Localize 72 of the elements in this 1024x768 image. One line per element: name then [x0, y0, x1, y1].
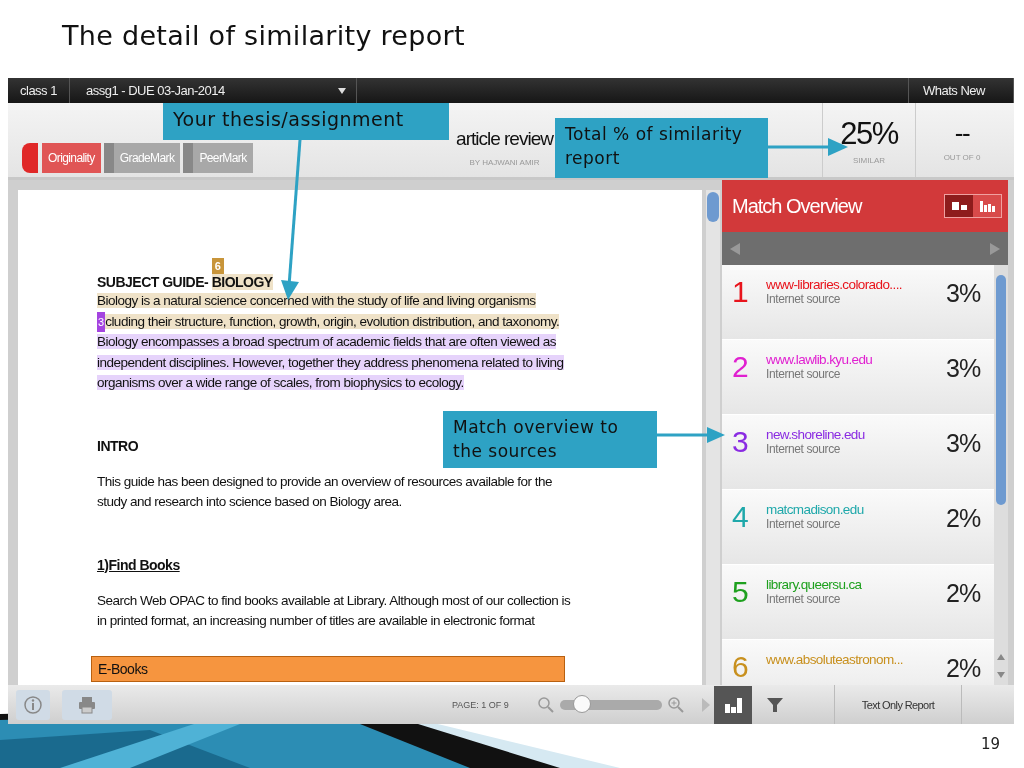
- paper-title: article review: [456, 128, 553, 150]
- source-name[interactable]: www-libraries.colorado....: [766, 277, 946, 292]
- page-number: 19: [980, 735, 1000, 753]
- source-percent: 3%: [946, 353, 981, 383]
- source-name[interactable]: www.lawlib.kyu.edu: [766, 352, 946, 367]
- callout-label: Match overview to the sources: [443, 411, 657, 468]
- grade-score: --: [954, 118, 970, 149]
- section-heading: 1)Find Books: [97, 556, 180, 573]
- source-row[interactable]: 4 matcmadison.edu Internet source 2%: [722, 490, 994, 565]
- source-percent: 2%: [946, 503, 981, 533]
- bar-chart-icon: [724, 695, 742, 714]
- text-only-report-button[interactable]: Text Only Report: [834, 685, 962, 724]
- source-row[interactable]: 2 www.lawlib.kyu.edu Internet source 3%: [722, 340, 994, 415]
- similarity-label: SIMILAR: [853, 155, 885, 165]
- filter-icon: [766, 695, 784, 714]
- assignment-label: assg1 - DUE 03-Jan-2014: [85, 83, 225, 98]
- source-percent: 2%: [946, 578, 981, 608]
- source-name[interactable]: new.shoreline.edu: [766, 427, 946, 442]
- source-number: 4: [732, 502, 750, 532]
- source-percent: 2%: [946, 653, 981, 683]
- source-percent: 3%: [946, 428, 981, 458]
- tab-cap: [22, 143, 38, 173]
- chart-button[interactable]: [714, 685, 752, 724]
- document-paragraph: This guide has been designed to provide an overview of resources available for the study and research into science based on Biology area.: [97, 472, 554, 511]
- callout-label: Your thesis/assignment: [163, 103, 449, 140]
- source-row[interactable]: 5 library.queersu.ca Internet source 2%: [722, 565, 994, 640]
- previous-icon[interactable]: [730, 242, 740, 255]
- bar-chart-icon: [979, 200, 995, 212]
- printer-icon: [78, 695, 96, 714]
- source-number: 2: [732, 352, 750, 382]
- callout-arrow: [657, 425, 725, 445]
- paper-author: BY HAJWANI AMIR: [469, 158, 540, 167]
- source-name[interactable]: library.queersu.ca: [766, 577, 946, 592]
- source-number: 6: [732, 652, 750, 682]
- source-type: Internet source: [766, 517, 842, 531]
- zoom-in-icon[interactable]: [668, 696, 684, 713]
- ebooks-box: E-Books: [91, 655, 565, 682]
- chart-view-button[interactable]: [973, 195, 1001, 217]
- zoom-out-icon[interactable]: [538, 696, 554, 713]
- slide-title: The detail of similarity report: [62, 20, 465, 51]
- scrollbar[interactable]: [994, 265, 1008, 685]
- list-icon: [951, 200, 967, 212]
- document-paragraph: Search Web OPAC to find books available at Library. Although most of our collection is in printed format, an increasing number of titles are available in electronic format: [97, 591, 572, 630]
- expand-icon[interactable]: [702, 697, 710, 712]
- source-number: 1: [732, 277, 750, 307]
- source-number: 3: [732, 427, 750, 457]
- source-percent: 3%: [946, 278, 981, 308]
- source-number: 5: [732, 577, 750, 607]
- source-type: Internet source: [766, 367, 842, 381]
- next-icon[interactable]: [990, 242, 1000, 255]
- scrollbar[interactable]: [706, 190, 720, 685]
- source-type: Internet source: [766, 442, 842, 456]
- source-type: Internet source: [766, 592, 842, 606]
- grade-label: OUT OF 0: [943, 153, 981, 162]
- info-icon: [24, 695, 42, 714]
- print-button[interactable]: [62, 689, 112, 720]
- scroll-down-icon[interactable]: [997, 671, 1005, 679]
- document-heading: INTRO: [97, 437, 139, 454]
- similarity-score: 25%: [840, 115, 898, 152]
- source-type: Internet source: [766, 292, 842, 306]
- info-button[interactable]: [16, 689, 50, 720]
- panel-title: Match Overview: [732, 194, 862, 218]
- mode-tab[interactable]: Originality: [42, 143, 101, 173]
- page-indicator: PAGE: 1 OF 9: [452, 699, 510, 710]
- scroll-up-icon[interactable]: [997, 653, 1005, 661]
- list-view-button[interactable]: [945, 195, 973, 217]
- caret-icon: [337, 87, 346, 94]
- source-row[interactable]: 1 www-libraries.colorado.... Internet source 3%: [722, 265, 994, 340]
- match-badge[interactable]: 3: [97, 311, 106, 332]
- source-row[interactable]: 3 new.shoreline.edu Internet source 3%: [722, 415, 994, 490]
- slider-thumb[interactable]: [573, 694, 592, 713]
- callout-label: Total % of similarity report: [555, 118, 768, 178]
